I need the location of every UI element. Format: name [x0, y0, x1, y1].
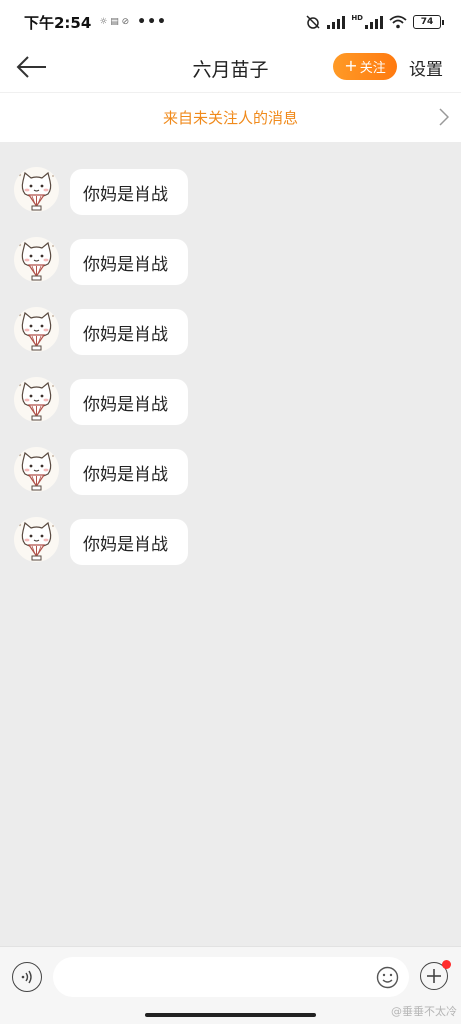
battery-level: 74: [420, 17, 434, 27]
emoji-icon: [376, 966, 399, 989]
message-bubble[interactable]: 你妈是肖战: [70, 169, 188, 215]
follow-plus-icon: +: [344, 56, 358, 75]
more-notifications-icon: •••: [137, 14, 168, 30]
avatar[interactable]: [14, 307, 59, 352]
voice-icon: [21, 970, 32, 984]
unfollowed-messages-banner[interactable]: 来自未关注人的消息: [0, 92, 461, 142]
message-bubble[interactable]: 你妈是肖战: [70, 239, 188, 285]
status-bar: 下午2:54 ☼ ▤ ⊘ ••• HD 74: [0, 0, 461, 44]
message-row: 你妈是肖战: [0, 515, 461, 565]
message-input[interactable]: [53, 957, 409, 997]
cat-avatar-icon: [18, 381, 54, 421]
follow-label: 关注: [359, 61, 386, 76]
wifi-icon: [389, 15, 407, 29]
message-bubble[interactable]: 你妈是肖战: [70, 309, 188, 355]
plus-icon: [427, 969, 441, 983]
avatar[interactable]: [14, 377, 59, 422]
avatar[interactable]: [14, 517, 59, 562]
emoji-button[interactable]: [376, 966, 399, 989]
message-bubble[interactable]: 你妈是肖战: [70, 519, 188, 565]
message-row: 你妈是肖战: [0, 165, 461, 215]
voice-button[interactable]: [12, 962, 42, 992]
back-button[interactable]: [14, 52, 50, 82]
battery-icon: 74: [413, 15, 444, 29]
settings-button[interactable]: 设置: [409, 55, 443, 80]
avatar[interactable]: [14, 167, 59, 212]
status-indicators: HD 74: [305, 14, 444, 30]
notification-icons: ☼ ▤ ⊘: [99, 17, 130, 27]
message-row: 你妈是肖战: [0, 445, 461, 495]
follow-button[interactable]: + 关注: [333, 53, 397, 80]
chevron-right-icon: [439, 108, 449, 126]
signal-strength-icon: [327, 15, 346, 29]
cat-avatar-icon: [18, 311, 54, 351]
cat-avatar-icon: [18, 171, 54, 211]
message-row: 你妈是肖战: [0, 235, 461, 285]
watermark: @垂垂不太冷: [391, 1005, 457, 1018]
cat-avatar-icon: [18, 451, 54, 491]
hd-label: HD: [351, 14, 363, 22]
cat-avatar-icon: [18, 241, 54, 281]
back-arrow-icon: [16, 56, 46, 78]
avatar[interactable]: [14, 237, 59, 282]
signal-strength-2-icon: [365, 15, 383, 29]
banner-text: 来自未关注人的消息: [162, 109, 298, 127]
message-row: 你妈是肖战: [0, 375, 461, 425]
home-indicator[interactable]: [145, 1013, 316, 1017]
message-row: 你妈是肖战: [0, 305, 461, 355]
chat-header: 六月苗子 + 关注 设置: [0, 44, 461, 92]
message-bubble[interactable]: 你妈是肖战: [70, 449, 188, 495]
alarm-muted-icon: [306, 15, 320, 29]
cat-avatar-icon: [18, 521, 54, 561]
status-time: 下午2:54: [24, 13, 92, 32]
notification-dot: [442, 960, 451, 969]
avatar[interactable]: [14, 447, 59, 492]
message-bubble[interactable]: 你妈是肖战: [70, 379, 188, 425]
